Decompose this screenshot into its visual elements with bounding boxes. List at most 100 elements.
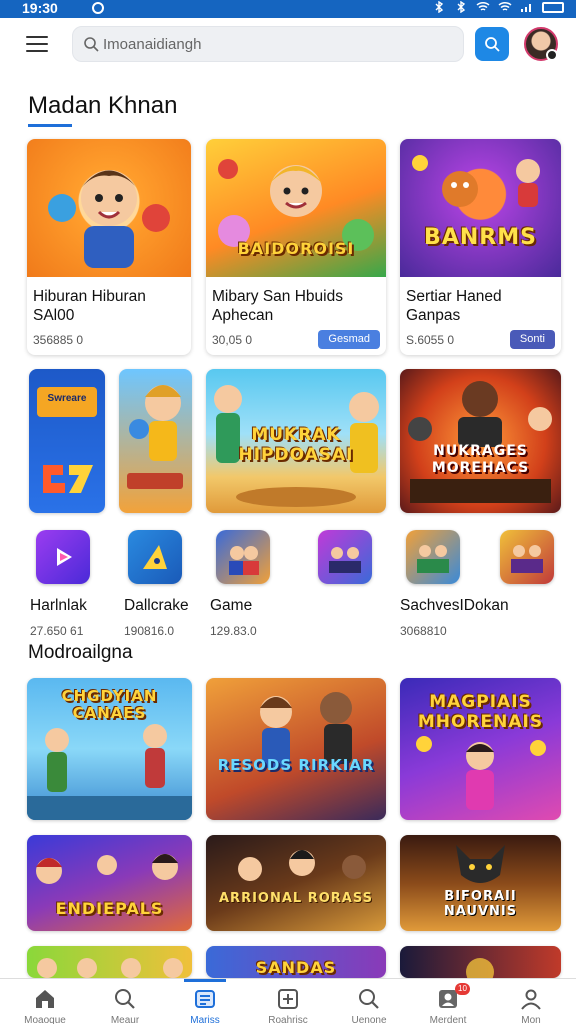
section-title: Madan Khnan — [28, 92, 178, 119]
game-tile[interactable]: BIFORAII NAUVNIS — [400, 835, 561, 931]
game-tile[interactable]: ENDIEPALS — [27, 835, 192, 931]
signal-icon — [521, 4, 531, 12]
nav-item-account[interactable]: Mon — [490, 979, 572, 1024]
app-meta: 129.83.0 — [210, 624, 257, 638]
app-meta: 27.650 61 — [30, 624, 84, 638]
notification-badge: 10 — [455, 983, 470, 995]
game-card[interactable]: Hiburan Hiburan SAl00 356885 0 — [27, 139, 191, 355]
app-meta: 3068810 — [400, 624, 447, 638]
game-tile[interactable]: ARRIONAL RORASS — [206, 835, 386, 931]
battery-icon — [542, 1, 564, 13]
game-tile[interactable]: MAGPIAIS MHORENAIS — [400, 678, 561, 820]
character-art — [260, 692, 352, 768]
status-time: 19:30 — [22, 0, 58, 16]
avatar[interactable] — [524, 27, 558, 61]
nav-item-profile-card[interactable]: 10 Merdent — [407, 979, 489, 1024]
banner-label: NUKRAGES MOREHACS — [431, 443, 530, 476]
search-icon — [485, 37, 500, 52]
card-title: Hiburan Hiburan SAl00 — [33, 288, 146, 324]
card-meta: 30,05 0 — [212, 333, 253, 347]
play-app-icon — [36, 530, 90, 584]
game-thumbnail: BANRMS — [400, 139, 561, 277]
game-tile[interactable]: CHGDYIAN CANAES — [27, 678, 192, 820]
app-meta: 190816.0 — [124, 624, 175, 638]
game-banner[interactable]: MUKRAK HIPDOASAI — [206, 369, 386, 513]
nav-item-create[interactable]: Roahrisc — [247, 979, 329, 1024]
card-meta: S.6055 0 — [406, 333, 455, 347]
library-icon — [195, 990, 215, 1008]
section-title: Modroailgna — [28, 642, 133, 663]
wifi-icon — [498, 1, 512, 11]
card-title: Mibary San Hbuids Aphecan — [212, 288, 343, 324]
app-name: Harlnlak — [30, 597, 87, 614]
card-meta: 356885 0 — [33, 333, 84, 347]
search-input[interactable] — [103, 27, 453, 61]
wifi-icon — [476, 1, 490, 11]
search-button[interactable] — [475, 27, 509, 61]
active-tab-indicator — [184, 979, 226, 982]
game-tile[interactable]: SANDAS — [206, 946, 386, 978]
character-art — [127, 385, 183, 489]
notification-dot-icon — [92, 2, 104, 14]
game-banner[interactable]: Swreare — [29, 369, 105, 513]
game-app-icon — [216, 530, 270, 584]
game-logo-art — [37, 387, 97, 493]
tile-label: ENDIEPALS — [55, 899, 164, 918]
nav-label: Mon — [521, 1015, 541, 1024]
card-action-button[interactable]: Sonti — [509, 330, 555, 349]
character-art — [466, 958, 494, 978]
character-art — [37, 958, 183, 978]
nav-item-explore[interactable]: Uenone — [328, 979, 410, 1024]
banner-label: MUKRAK HIPDOASAI — [238, 425, 354, 465]
app-item[interactable]: SachvesIDokan 3068810 — [400, 530, 510, 638]
game-thumbnail — [27, 139, 191, 277]
game-tile[interactable]: RESODS RIRKIAR — [206, 678, 386, 820]
search-icon — [84, 37, 99, 52]
character-art — [408, 381, 552, 503]
nav-label: Moaoque — [24, 1015, 66, 1024]
tile-label: RESODS RIRKIAR — [217, 756, 375, 774]
app-name: SachvesIDokan — [400, 597, 509, 614]
character-art — [48, 170, 170, 268]
tile-label: ARRIONAL RORASS — [219, 891, 373, 906]
nav-label: Uenone — [351, 1015, 387, 1024]
nav-label: Roahrisc — [268, 1015, 308, 1024]
game-banner[interactable]: NUKRAGES MOREHACS — [400, 369, 561, 513]
bluetooth-icon — [457, 1, 466, 13]
game-card[interactable]: BAIDOROISI Mibary San Hbuids Aphecan 30,… — [206, 139, 386, 355]
puzzle-app-icon — [128, 530, 182, 584]
nav-item-library[interactable]: Mariss — [164, 979, 246, 1024]
home-icon — [36, 990, 54, 1008]
plus-box-icon — [278, 989, 298, 1009]
section-underline — [28, 124, 72, 127]
character-art — [238, 850, 366, 881]
search-icon — [359, 989, 379, 1009]
game-banner[interactable] — [119, 369, 192, 513]
app-item[interactable] — [496, 530, 576, 584]
game-app-icon — [500, 530, 554, 584]
card-action-button[interactable]: Gesmad — [318, 330, 380, 349]
tile-label: MAGPIAIS MHORENAIS — [417, 692, 544, 732]
app-name: Dallcrake — [124, 597, 189, 614]
app-name: Game — [210, 597, 253, 614]
tile-label: CHGDYIAN CANAES — [61, 687, 158, 722]
game-thumbnail: BAIDOROISI — [206, 139, 386, 277]
nav-item-home[interactable]: Moaoque — [4, 979, 86, 1024]
bluetooth-icon — [435, 1, 444, 13]
card-title: Sertiar Haned Ganpas — [406, 288, 502, 324]
bottom-navigation: Moaoque Meaur Mariss Roahrisc Uenone 10 … — [0, 978, 576, 1024]
nav-label: Meaur — [110, 1015, 140, 1024]
game-tile[interactable] — [27, 946, 192, 978]
search-bar[interactable] — [72, 26, 464, 62]
thumbnail-title: BANRMS — [424, 225, 537, 250]
status-icons — [432, 1, 564, 13]
game-app-icon — [318, 530, 372, 584]
nav-label: Merdent — [429, 1015, 467, 1024]
character-art — [412, 155, 540, 207]
game-tile[interactable] — [400, 946, 561, 978]
game-card[interactable]: BANRMS Sertiar Haned Ganpas S.6055 0 Son… — [400, 139, 561, 355]
tile-label: BIFORAII NAUVNIS — [443, 889, 518, 919]
nav-item-search[interactable]: Meaur — [84, 979, 166, 1024]
app-item[interactable]: Game 129.83.0 — [210, 530, 320, 638]
menu-icon[interactable] — [26, 36, 48, 52]
